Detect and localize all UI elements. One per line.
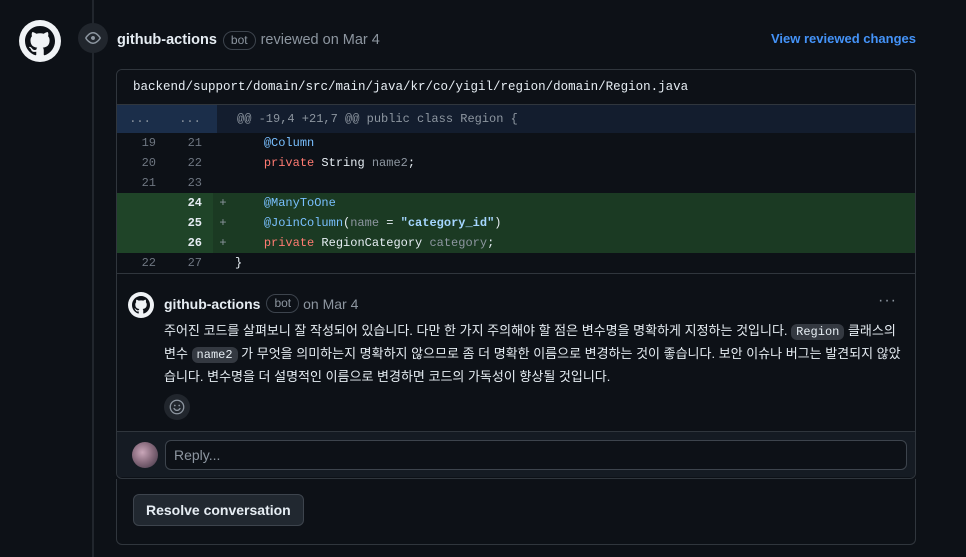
diff-sign: + <box>213 193 233 213</box>
code-line: private String name2; <box>233 153 915 173</box>
new-line-number[interactable]: 23 <box>163 173 213 193</box>
code-token: name2 <box>371 156 408 170</box>
code-token: ; <box>487 236 495 250</box>
code-token: category <box>429 236 488 250</box>
review-header: github-actions bot reviewed on Mar 4 <box>117 30 380 50</box>
diff-sign <box>213 253 233 273</box>
comment-avatar[interactable] <box>128 292 154 318</box>
old-line-number[interactable] <box>117 233 163 253</box>
review-thread-card: backend/support/domain/src/main/java/kr/… <box>116 69 916 479</box>
code-token: ; <box>407 156 416 170</box>
diff-table: ... ... @@ -19,4 +21,7 @@ public class R… <box>117 105 915 273</box>
inline-code-region: Region <box>791 324 845 340</box>
diff-line-added: 24 + @ManyToOne <box>117 193 915 213</box>
review-author-link[interactable]: github-actions <box>117 32 217 48</box>
new-line-number[interactable]: 21 <box>163 133 213 153</box>
comment-author-link[interactable]: github-actions <box>164 296 260 312</box>
comment-text-1: 주어진 코드를 살펴보니 잘 작성되어 있습니다. 다만 한 가지 주의해야 할… <box>164 323 792 338</box>
resolve-area: Resolve conversation <box>116 479 916 545</box>
expand-left[interactable]: ... <box>117 105 163 133</box>
code-line: @Column <box>233 133 915 153</box>
new-line-number[interactable]: 24 <box>163 193 213 213</box>
code-token: name <box>350 216 380 230</box>
current-user-avatar[interactable] <box>132 442 158 468</box>
old-line-number[interactable]: 20 <box>117 153 163 173</box>
expand-right[interactable]: ... <box>163 105 217 133</box>
old-line-number[interactable] <box>117 193 163 213</box>
file-path[interactable]: backend/support/domain/src/main/java/kr/… <box>117 70 915 105</box>
add-reaction-button[interactable] <box>164 394 190 420</box>
reply-row: Reply... <box>117 431 915 477</box>
code-token: "category_id" <box>400 216 495 230</box>
new-line-number[interactable]: 25 <box>163 213 213 233</box>
comment-text-3: 가 무엇을 의미하는지 명확하지 않으므로 좀 더 명확한 이름으로 변경하는 … <box>164 346 901 384</box>
diff-line: 20 22 private String name2; <box>117 153 915 173</box>
reply-input[interactable]: Reply... <box>165 440 907 470</box>
code-line: } <box>233 253 915 273</box>
code-token: private <box>263 156 315 170</box>
github-logo-icon <box>132 296 150 314</box>
new-line-number[interactable]: 26 <box>163 233 213 253</box>
new-line-number[interactable]: 27 <box>163 253 213 273</box>
old-line-number[interactable]: 21 <box>117 173 163 193</box>
hunk-row: ... ... @@ -19,4 +21,7 @@ public class R… <box>117 105 915 133</box>
inline-code-name2: name2 <box>191 347 238 363</box>
diff-sign: + <box>213 233 233 253</box>
old-line-number[interactable]: 19 <box>117 133 163 153</box>
diff-sign: + <box>213 213 233 233</box>
diff-line-added: 26 + private RegionCategory category; <box>117 233 915 253</box>
code-token: @Column <box>263 136 315 150</box>
code-line: private RegionCategory category; <box>233 233 915 253</box>
github-actions-avatar[interactable] <box>19 20 61 62</box>
code-token: private <box>263 236 315 250</box>
comment-body: 주어진 코드를 살펴보니 잘 작성되어 있습니다. 다만 한 가지 주의해야 할… <box>164 320 904 388</box>
code-token: @ManyToOne <box>263 196 336 210</box>
code-token: RegionCategory <box>314 236 430 250</box>
review-action-text[interactable]: reviewed on Mar 4 <box>261 32 380 48</box>
diff-line: 22 27} <box>117 253 915 273</box>
diff-sign <box>213 153 233 173</box>
hunk-header: @@ -19,4 +21,7 @@ public class Region { <box>237 112 518 126</box>
smiley-icon <box>169 399 185 415</box>
code-token: } <box>235 256 243 270</box>
code-line: @ManyToOne <box>233 193 915 213</box>
github-logo-icon <box>25 26 55 56</box>
eye-icon <box>85 32 101 44</box>
code-token: @JoinColumn <box>263 216 344 230</box>
code-token: = <box>379 216 401 230</box>
review-comment: github-actions bot on Mar 4 ··· 주어진 코드를 … <box>117 273 915 431</box>
resolve-conversation-button[interactable]: Resolve conversation <box>133 494 304 526</box>
bot-badge: bot <box>222 30 256 50</box>
comment-date[interactable]: on Mar 4 <box>303 296 358 312</box>
comment-header: github-actions bot on Mar 4 <box>164 294 358 313</box>
view-reviewed-changes-link[interactable]: View reviewed changes <box>771 31 916 46</box>
code-token: ) <box>494 216 502 230</box>
diff-sign <box>213 173 233 193</box>
bot-badge: bot <box>266 294 300 313</box>
new-line-number[interactable]: 22 <box>163 153 213 173</box>
diff-line: 21 23 <box>117 173 915 193</box>
old-line-number[interactable] <box>117 213 163 233</box>
timeline-line <box>92 0 94 557</box>
diff-line: 19 21 @Column <box>117 133 915 153</box>
code-line: @JoinColumn(name = "category_id") <box>233 213 915 233</box>
old-line-number[interactable]: 22 <box>117 253 163 273</box>
more-options-icon[interactable]: ··· <box>878 292 897 310</box>
diff-sign <box>213 133 233 153</box>
code-token: String <box>314 156 372 170</box>
reviewed-badge <box>78 23 108 53</box>
diff-line-added: 25 + @JoinColumn(name = "category_id") <box>117 213 915 233</box>
